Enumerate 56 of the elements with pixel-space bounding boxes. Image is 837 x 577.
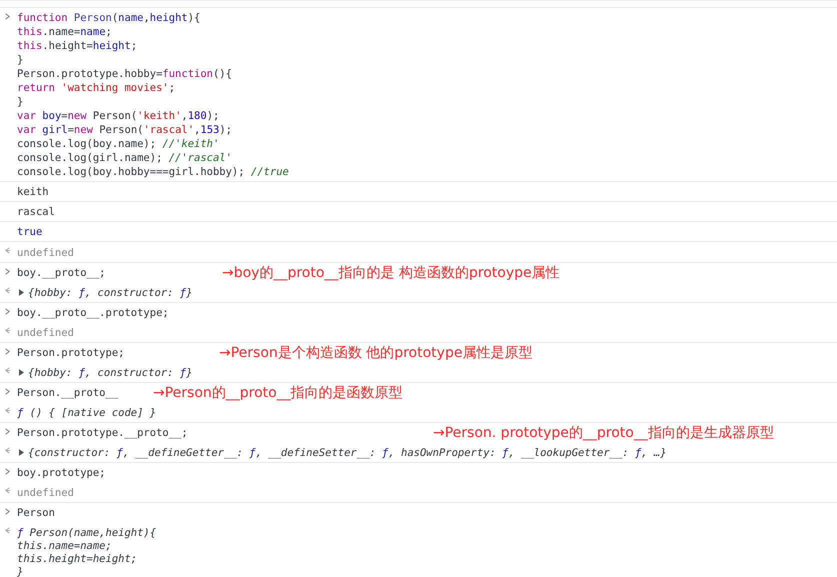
result-text[interactable]: {constructor: ƒ, __defineGetter__: ƒ, __defineSetter__: ƒ, hasOwnProperty: ƒ, __lookupGetter__: ƒ, …}: [28, 446, 667, 460]
return-arrow-icon: [4, 527, 11, 534]
annotation-text: →Person. prototype的__proto__指向的是生成器原型: [433, 424, 774, 442]
code-line: Person.prototype;: [17, 346, 124, 360]
result-text[interactable]: {hobby: ƒ, constructor: ƒ}: [28, 366, 192, 380]
chevron-icon: [4, 468, 11, 475]
expand-triangle-icon[interactable]: [19, 449, 24, 456]
code-line: this.height=height;: [17, 39, 138, 53]
code-line: }: [17, 95, 24, 109]
return-arrow-icon: [4, 287, 11, 294]
chevron-icon: [4, 388, 11, 395]
result-text[interactable]: {hobby: ƒ, constructor: ƒ}: [28, 286, 192, 300]
return-arrow-icon: [4, 327, 11, 334]
expand-triangle-icon[interactable]: [19, 369, 24, 376]
result-text: undefined: [17, 246, 74, 260]
return-arrow-icon: [4, 407, 11, 414]
code-line: Person.prototype.hobby=function(){: [17, 67, 232, 81]
code-line: var boy=new Person('keith',180);: [17, 109, 220, 123]
log-text: true: [17, 225, 42, 239]
code-line: function Person(name,height){: [17, 11, 200, 25]
return-arrow-icon: [4, 367, 11, 374]
log-text: rascal: [17, 205, 55, 219]
return-arrow-icon: [4, 487, 11, 494]
result-text: this.height=height;: [17, 553, 138, 566]
code-line: console.log(girl.name); //'rascal': [17, 151, 232, 165]
code-line: boy.__proto__.prototype;: [17, 306, 169, 320]
result-text: ƒ Person(name,height){: [17, 526, 156, 540]
code-line: Person: [17, 506, 55, 520]
result-text: }: [17, 566, 24, 577]
code-line: Person.prototype.__proto__;: [17, 426, 188, 440]
code-line: console.log(boy.name); //'keith': [17, 137, 220, 151]
code-line: console.log(boy.hobby===girl.hobby); //true: [17, 165, 289, 179]
chevron-icon: [4, 268, 11, 275]
chevron-icon: [4, 428, 11, 435]
code-line: }: [17, 53, 24, 67]
code-line: this.name=name;: [17, 25, 112, 39]
code-line: boy.__proto__;: [17, 266, 106, 280]
log-text: keith: [17, 185, 49, 199]
return-arrow-icon: [4, 447, 11, 454]
annotation-text: →Person是个构造函数 他的prototype属性是原型: [219, 344, 532, 362]
annotation-text: →boy的__proto__指向的是 构造函数的protoype属性: [222, 264, 560, 282]
result-text: this.name=name;: [17, 540, 112, 553]
code-line: boy.prototype;: [17, 466, 106, 480]
chevron-icon: [4, 13, 11, 20]
expand-triangle-icon[interactable]: [19, 289, 24, 296]
code-line: var girl=new Person('rascal',153);: [17, 123, 232, 137]
result-text: undefined: [17, 486, 74, 500]
code-line: return 'watching movies';: [17, 81, 176, 95]
chevron-icon: [4, 348, 11, 355]
annotation-text: →Person的__proto__指向的是函数原型: [153, 384, 403, 402]
return-arrow-icon: [4, 247, 11, 254]
result-text: undefined: [17, 326, 74, 340]
chevron-icon: [4, 508, 11, 515]
chevron-icon: [4, 308, 11, 315]
code-line: Person.__proto__: [17, 386, 118, 400]
result-text: ƒ () { [native code] }: [17, 406, 156, 420]
